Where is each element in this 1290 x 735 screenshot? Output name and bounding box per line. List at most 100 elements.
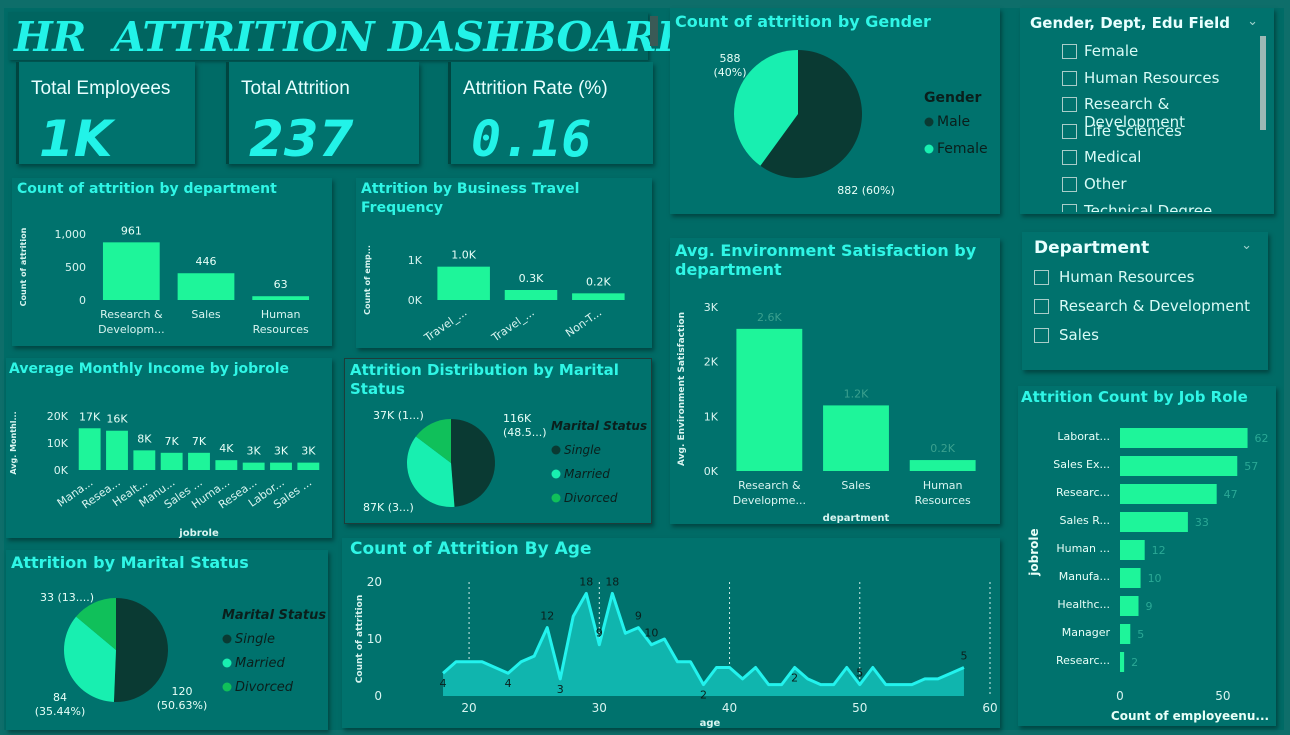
slicer-item[interactable]: Research & Development: [1034, 297, 1260, 326]
y-tick-label: 20: [367, 575, 382, 589]
kpi-card-attrition-rate[interactable]: Attrition Rate (%) 0.16: [448, 62, 653, 168]
slicer-item[interactable]: Life Sciences: [1062, 122, 1268, 149]
marital-pie-chart-2: 120(50.63%) 84(35.44%) 33 (13....) Marital …: [35, 591, 327, 718]
chart-income-by-jobrole[interactable]: Average Monthly Income by jobrole 20K 10K…: [6, 358, 332, 538]
y-tick-label: 0K: [54, 464, 69, 477]
data-label: 5: [856, 667, 863, 680]
slice-label: 882 (60%): [837, 184, 895, 197]
bar: [1120, 456, 1238, 476]
legend-marker: [222, 682, 232, 692]
checkbox[interactable]: [1062, 44, 1077, 59]
dept-bar-chart: 1,000 500 0 Count of attrition 961 Research &…: [19, 224, 310, 336]
slicer-item[interactable]: Human Resources: [1034, 268, 1260, 297]
slicer-item[interactable]: Medical: [1062, 148, 1268, 175]
legend-item: Married: [564, 467, 610, 481]
checkbox[interactable]: [1062, 203, 1077, 212]
legend-item: Single: [564, 443, 601, 457]
bar: [106, 430, 128, 470]
data-label: 1.2K: [844, 387, 869, 400]
bar: [160, 452, 183, 470]
data-label: 2.6K: [757, 311, 782, 324]
chart-env-satisfaction[interactable]: Avg. Environment Satisfaction by departme…: [670, 238, 1000, 524]
slicer-gender-dept-edu[interactable]: Gender, Dept, Edu Field ⌄ ˄Female˅Human …: [1020, 8, 1274, 214]
age-area-chart: 20 30 40 50 60 20 10 0 Count of attrition age 4 4 12…: [355, 575, 998, 728]
chart-business-travel[interactable]: Attrition by Business Travel Frequency 1K…: [356, 178, 652, 348]
data-label: 17K: [79, 410, 101, 423]
category-label: Travel_...: [421, 306, 469, 345]
area-fill: [443, 593, 964, 696]
chart-attrition-by-age[interactable]: Count of Attrition By Age 20 30 40 50 60 20 10…: [342, 538, 1000, 728]
y-tick-label: 0K: [704, 465, 719, 478]
checkbox[interactable]: [1062, 97, 1077, 113]
category-label: Researc...: [1056, 486, 1110, 499]
slicer-item[interactable]: ˄Female: [1062, 42, 1268, 69]
category-label: Sales: [191, 308, 221, 321]
scrollbar[interactable]: [1260, 36, 1266, 130]
slicer-department[interactable]: Department ⌄ Human Resources Research & D…: [1022, 232, 1268, 370]
checkbox[interactable]: [1034, 328, 1049, 343]
data-label: 0.2K: [930, 442, 955, 455]
y-tick-label: 20K: [47, 410, 69, 423]
slicer-item[interactable]: Other: [1062, 175, 1268, 202]
kpi-label: Total Attrition: [241, 78, 350, 99]
slice-label: 120: [172, 685, 193, 698]
data-label: 3: [557, 683, 564, 696]
legend-marker: [551, 493, 561, 503]
x-tick-label: 50: [852, 701, 867, 715]
legend-marker: [924, 144, 934, 154]
checkbox[interactable]: [1062, 123, 1077, 139]
chevron-down-icon[interactable]: ⌄: [1241, 238, 1252, 253]
category-label: Resources: [915, 494, 971, 507]
y-tick-label: 0: [79, 294, 86, 307]
legend-marker: [551, 469, 561, 479]
bar: [242, 462, 265, 470]
gender-pie-chart: 882 (60%) 588(40%) Gender Male Female: [713, 50, 988, 197]
chart-attrition-marital[interactable]: Attrition by Marital Status 120 (50.63%) 8…: [6, 550, 328, 730]
checkbox[interactable]: [1062, 70, 1077, 86]
checkbox[interactable]: [1062, 176, 1077, 192]
checkbox[interactable]: [1034, 299, 1049, 314]
slicer-item[interactable]: ˄Research & Development: [1062, 95, 1268, 131]
bar: [1120, 596, 1139, 616]
slice-label: 588: [720, 52, 741, 65]
bar: [1120, 540, 1145, 560]
chart-marital-distribution[interactable]: Attrition Distribution by Marital Status …: [344, 358, 652, 524]
chart-attrition-by-gender[interactable]: Count of attrition by Gender 882 (60%) 58…: [670, 8, 1000, 214]
legend-marker: [222, 634, 232, 644]
y-tick-label: 10: [367, 632, 382, 646]
data-label: 18: [579, 575, 593, 588]
checkbox[interactable]: [1034, 270, 1049, 285]
title-banner: HR ATTRITION DASHBOARD: [8, 12, 692, 61]
slicer-item[interactable]: Sales: [1034, 326, 1260, 355]
slice-label: (35.44%): [35, 705, 86, 718]
kpi-card-total-attrition[interactable]: Total Attrition 237: [226, 62, 419, 168]
slice-label: 87K (3...): [363, 501, 414, 514]
scroll-handle[interactable]: [650, 16, 658, 46]
dashboard-canvas: HR ATTRITION DASHBOARD Total Employees 1…: [4, 8, 1284, 730]
chevron-down-icon[interactable]: ⌄: [1247, 14, 1258, 29]
bar: [1120, 512, 1188, 532]
category-label: Human: [261, 308, 301, 321]
chart-attrition-by-jobrole[interactable]: Attrition Count by Job Role Laborat... 62…: [1018, 386, 1276, 726]
category-label: Sales: [841, 479, 871, 492]
slicer-item[interactable]: Technical Degree: [1062, 202, 1268, 212]
kpi-card-total-employees[interactable]: Total Employees 1K: [16, 62, 195, 168]
data-label: 12: [540, 610, 554, 623]
category-label: Human ...: [1056, 542, 1110, 555]
legend-marker: [222, 658, 232, 668]
checkbox[interactable]: [1062, 150, 1077, 166]
data-label: 9: [635, 610, 642, 623]
data-label: 9: [596, 627, 603, 640]
data-label: 62: [1255, 432, 1269, 445]
data-label: 2: [791, 672, 798, 685]
category-label: Travel_...: [489, 306, 537, 345]
legend-title: Gender: [924, 90, 981, 106]
slicer-item[interactable]: ˅Human Resources: [1062, 69, 1268, 96]
env-bar-chart: 3K 2K 1K 0K Avg. Environment Satisfaction 2.6…: [677, 301, 976, 524]
bar: [297, 462, 320, 470]
data-label: 10: [644, 627, 658, 640]
chart-attrition-by-department[interactable]: Count of attrition by department 1,000 50…: [12, 178, 332, 346]
jobrole-bar-chart: Laborat... 62 Sales Ex... 57 Researc... 47 Sal…: [1027, 428, 1269, 723]
y-tick-label: 0: [374, 689, 382, 703]
y-tick-label: 0K: [408, 294, 423, 307]
